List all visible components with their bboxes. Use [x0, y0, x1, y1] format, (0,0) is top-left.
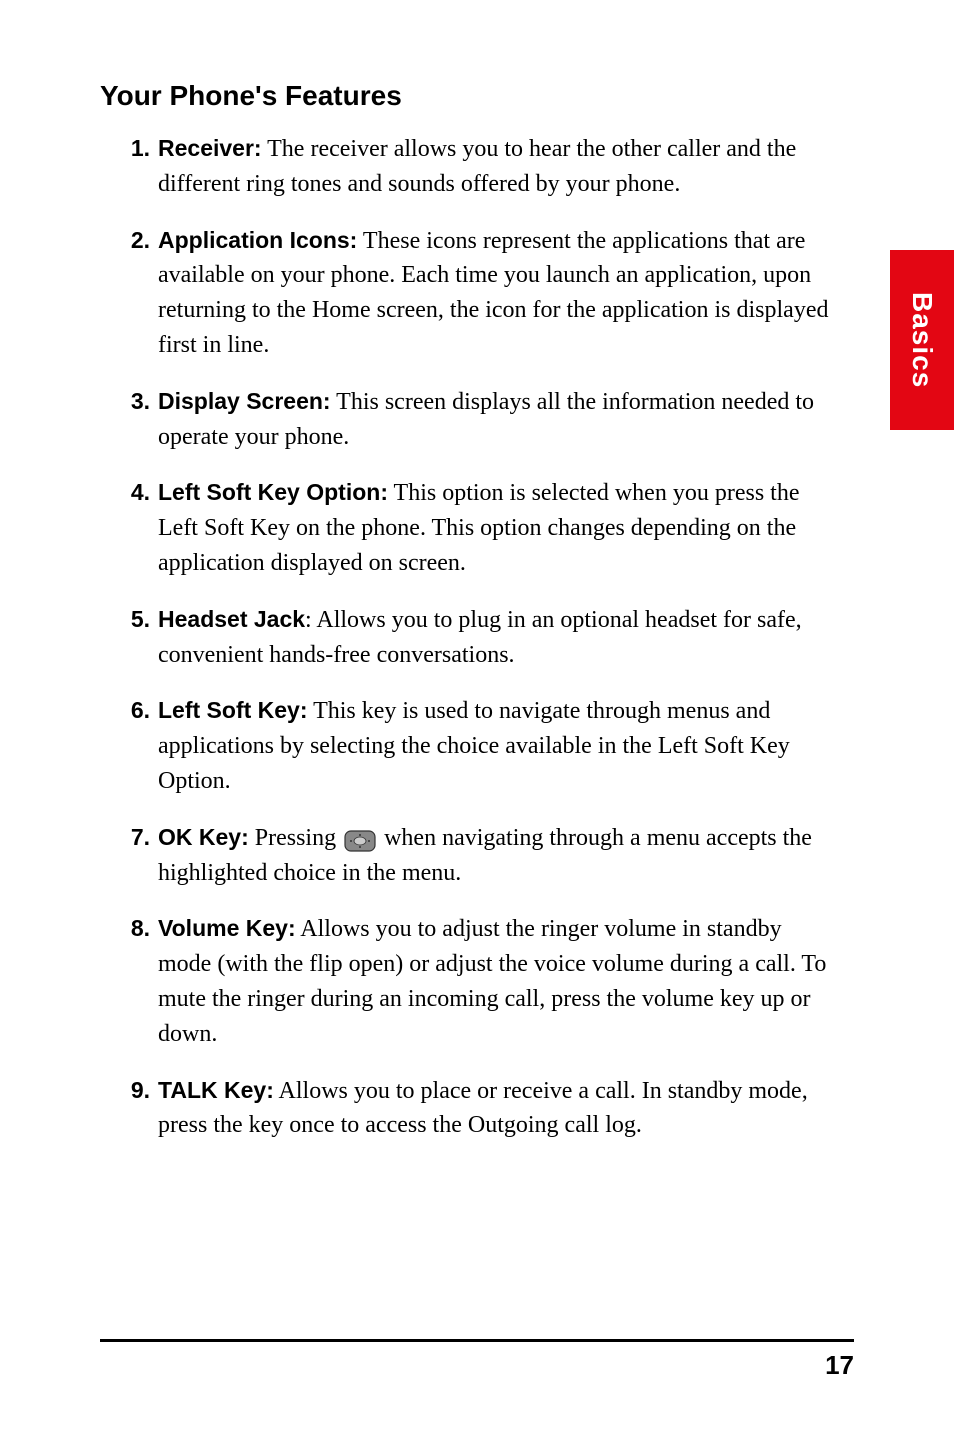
item-label: Volume Key: — [158, 915, 296, 941]
page-number: 17 — [100, 1350, 854, 1381]
list-item: 8. Volume Key: Allows you to adjust the … — [100, 912, 834, 1051]
list-item: 1. Receiver: The receiver allows you to … — [100, 132, 834, 202]
page-content: Your Phone's Features 1. Receiver: The r… — [0, 0, 954, 1143]
item-number: 6. — [118, 694, 150, 727]
section-title: Your Phone's Features — [100, 80, 834, 112]
ok-key-icon — [344, 830, 376, 852]
item-label: OK Key: — [158, 824, 249, 850]
list-item: 9. TALK Key: Allows you to place or rece… — [100, 1074, 834, 1144]
item-text-before: Pressing — [249, 825, 342, 851]
item-label: Receiver: — [158, 135, 262, 161]
page-footer: 17 — [100, 1339, 854, 1381]
item-number: 7. — [118, 821, 150, 854]
item-number: 8. — [118, 912, 150, 945]
item-number: 3. — [118, 385, 150, 418]
side-tab-label: Basics — [906, 292, 938, 388]
list-item: 2. Application Icons: These icons repres… — [100, 224, 834, 363]
item-number: 2. — [118, 224, 150, 257]
list-item: 4. Left Soft Key Option: This option is … — [100, 476, 834, 580]
footer-divider — [100, 1339, 854, 1342]
list-item: 5. Headset Jack: Allows you to plug in a… — [100, 603, 834, 673]
item-number: 9. — [118, 1074, 150, 1107]
item-label: Display Screen: — [158, 388, 331, 414]
item-label: Left Soft Key: — [158, 697, 308, 723]
item-number: 1. — [118, 132, 150, 165]
item-label: Headset Jack — [158, 606, 305, 632]
item-label: Left Soft Key Option: — [158, 479, 388, 505]
list-item: 3. Display Screen: This screen displays … — [100, 385, 834, 455]
side-tab: Basics — [890, 250, 954, 430]
item-label: Application Icons: — [158, 227, 357, 253]
item-label: TALK Key: — [158, 1077, 274, 1103]
item-number: 5. — [118, 603, 150, 636]
list-item: 6. Left Soft Key: This key is used to na… — [100, 694, 834, 798]
list-item: 7. OK Key: Pressing when navigating thro… — [100, 821, 834, 891]
item-number: 4. — [118, 476, 150, 509]
